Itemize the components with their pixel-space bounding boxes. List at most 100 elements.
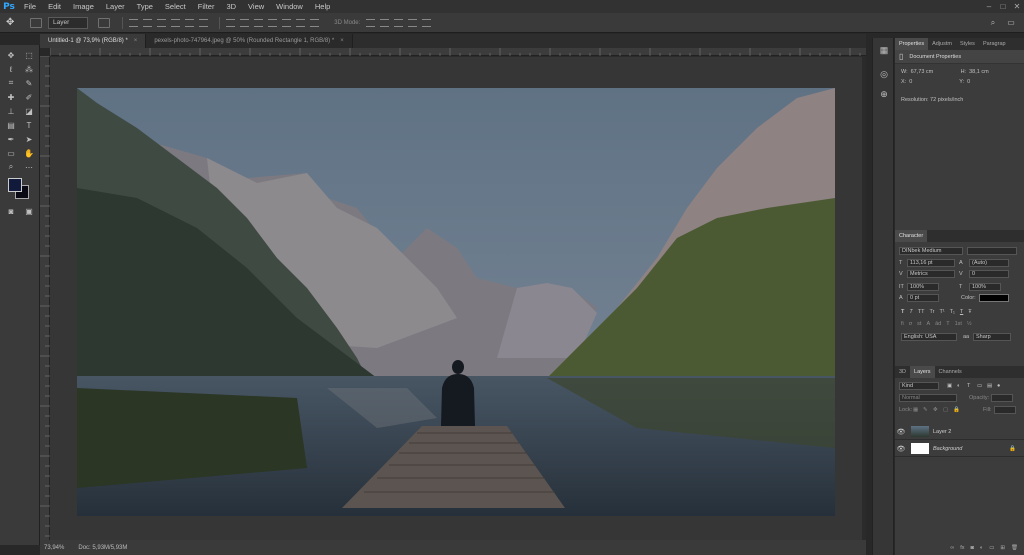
distribute-hcenter-icon[interactable] [282, 18, 292, 27]
hscale-field[interactable]: 100% [969, 283, 1001, 291]
swatches-panel-icon[interactable]: ◎ [878, 68, 890, 80]
subscript-button[interactable]: T₁ [950, 309, 955, 315]
tab-adjustments[interactable]: Adjustm [928, 38, 956, 50]
font-size-field[interactable]: 113,16 pt [907, 259, 955, 267]
3d-scale-icon[interactable] [422, 18, 432, 27]
3d-pan-icon[interactable] [394, 18, 404, 27]
zoom-tool-icon[interactable]: ⌕ [4, 161, 18, 173]
menu-image[interactable]: Image [67, 0, 100, 13]
menu-layer[interactable]: Layer [100, 0, 131, 13]
text-color-swatch[interactable] [979, 294, 1009, 302]
align-left-icon[interactable] [171, 18, 181, 27]
discretionary-lig-button[interactable]: st [917, 321, 921, 327]
menu-view[interactable]: View [242, 0, 270, 13]
superscript-button[interactable]: T¹ [939, 309, 944, 315]
search-icon[interactable]: ⌕ [988, 18, 998, 28]
menu-select[interactable]: Select [159, 0, 192, 13]
new-layer-icon[interactable]: ⊞ [1000, 545, 1005, 551]
swash-button[interactable]: A [926, 321, 930, 327]
lasso-tool-icon[interactable]: ℓ [4, 63, 18, 75]
auto-align-icon[interactable] [310, 18, 320, 27]
brush-tool-icon[interactable]: ✐ [22, 91, 36, 103]
close-button[interactable]: ✕ [1010, 2, 1024, 11]
x-value[interactable]: 0 [909, 79, 959, 85]
layer-row-layer-2[interactable]: 👁 Layer 2 [895, 424, 1024, 440]
distribute-left-icon[interactable] [268, 18, 278, 27]
baseline-field[interactable]: 0 pt [907, 294, 939, 302]
lock-paint-icon[interactable]: ✎ [923, 407, 933, 413]
zoom-level[interactable]: 73,94% [44, 545, 64, 551]
old-style-button[interactable]: σ [909, 321, 912, 327]
clone-stamp-icon[interactable]: ⊥ [4, 105, 18, 117]
opacity-field[interactable] [991, 394, 1014, 402]
hand-tool-icon[interactable]: ✋ [22, 147, 36, 159]
3d-roll-icon[interactable] [380, 18, 390, 27]
italic-button[interactable]: T [909, 309, 912, 315]
distribute-vcenter-icon[interactable] [240, 18, 250, 27]
distribute-right-icon[interactable] [296, 18, 306, 27]
tab-character[interactable]: Character [895, 230, 928, 242]
menu-help[interactable]: Help [309, 0, 336, 13]
align-top-icon[interactable] [129, 18, 139, 27]
align-vcenter-icon[interactable] [143, 18, 153, 27]
antialias-dropdown[interactable]: Sharp [973, 333, 1011, 341]
lock-artboard-icon[interactable]: ▢ [943, 407, 953, 413]
font-family-dropdown[interactable]: DINbek Medium [899, 247, 963, 255]
add-mask-icon[interactable]: ◙ [971, 545, 974, 551]
layer-row-background[interactable]: 👁 Background 🔒 [895, 441, 1024, 457]
height-value[interactable]: 38,1 cm [969, 69, 989, 75]
filter-shape-icon[interactable]: ▭ [977, 383, 987, 389]
tracking-field[interactable]: 0 [969, 270, 1009, 278]
close-tab-icon[interactable]: × [134, 38, 138, 44]
kerning-field[interactable]: Metrics [907, 270, 955, 278]
tab-pexels[interactable]: pexels-photo-747964.jpeg @ 50% (Rounded … [146, 34, 353, 48]
crop-tool-icon[interactable]: ⌗ [4, 77, 18, 89]
filter-type-icon[interactable]: T [967, 383, 977, 389]
y-value[interactable]: 0 [967, 79, 970, 85]
magic-wand-icon[interactable]: ⁂ [22, 63, 36, 75]
lock-pixels-icon[interactable]: ▦ [913, 407, 923, 413]
tab-properties[interactable]: Properties [895, 38, 929, 50]
3d-rotate-icon[interactable] [366, 18, 376, 27]
eyedropper-icon[interactable]: ✎ [22, 77, 36, 89]
blend-mode-dropdown[interactable]: Normal [899, 394, 957, 402]
foreground-color-swatch[interactable] [8, 178, 22, 192]
visibility-eye-icon[interactable]: 👁 [895, 428, 907, 436]
fill-field[interactable] [993, 406, 1016, 414]
fx-icon[interactable]: fx [960, 545, 964, 551]
titling-alt-button[interactable]: T [946, 321, 949, 327]
tab-paragraph[interactable]: Paragrap [979, 38, 1010, 50]
smallcaps-button[interactable]: Tr [929, 309, 934, 315]
ordinals-button[interactable]: 1st [955, 321, 962, 327]
tab-3d[interactable]: 3D [895, 366, 910, 378]
align-hcenter-icon[interactable] [185, 18, 195, 27]
auto-select-checkbox[interactable] [30, 17, 42, 28]
underline-button[interactable]: T [960, 309, 963, 315]
delete-layer-icon[interactable]: 🗑 [1011, 545, 1018, 551]
quick-mask-icon[interactable]: ◙ [4, 205, 18, 217]
align-bottom-icon[interactable] [157, 18, 167, 27]
path-selection-icon[interactable]: ➤ [22, 133, 36, 145]
filter-toggle-icon[interactable]: ● [997, 383, 1007, 389]
more-tools-icon[interactable]: ⋯ [22, 161, 36, 173]
workspace-icon[interactable]: ▭ [1006, 18, 1016, 28]
visibility-eye-icon[interactable]: 👁 [895, 445, 907, 453]
tab-channels[interactable]: Channels [935, 366, 966, 378]
link-layers-icon[interactable]: ∞ [950, 545, 954, 551]
menu-file[interactable]: File [18, 0, 42, 13]
tab-untitled[interactable]: Untitled-1 @ 73,9% (RGB/8) * × [40, 34, 147, 48]
menu-window[interactable]: Window [270, 0, 309, 13]
allcaps-button[interactable]: TT [918, 309, 925, 315]
move-tool-icon[interactable]: ✥ [6, 17, 20, 28]
filter-smart-icon[interactable]: ▤ [987, 383, 997, 389]
language-dropdown[interactable]: English: USA [901, 333, 957, 341]
auto-select-dropdown[interactable]: Layer [48, 16, 89, 29]
shape-tool-icon[interactable]: ▭ [4, 147, 18, 159]
eraser-tool-icon[interactable]: ◪ [22, 105, 36, 117]
history-panel-icon[interactable]: ▦ [878, 44, 890, 56]
menu-filter[interactable]: Filter [192, 0, 221, 13]
marquee-tool-icon[interactable]: ⬚ [22, 49, 36, 61]
adjustment-layer-icon[interactable]: ◐ [980, 545, 983, 551]
bold-button[interactable]: T [901, 309, 904, 315]
3d-slide-icon[interactable] [408, 18, 418, 27]
